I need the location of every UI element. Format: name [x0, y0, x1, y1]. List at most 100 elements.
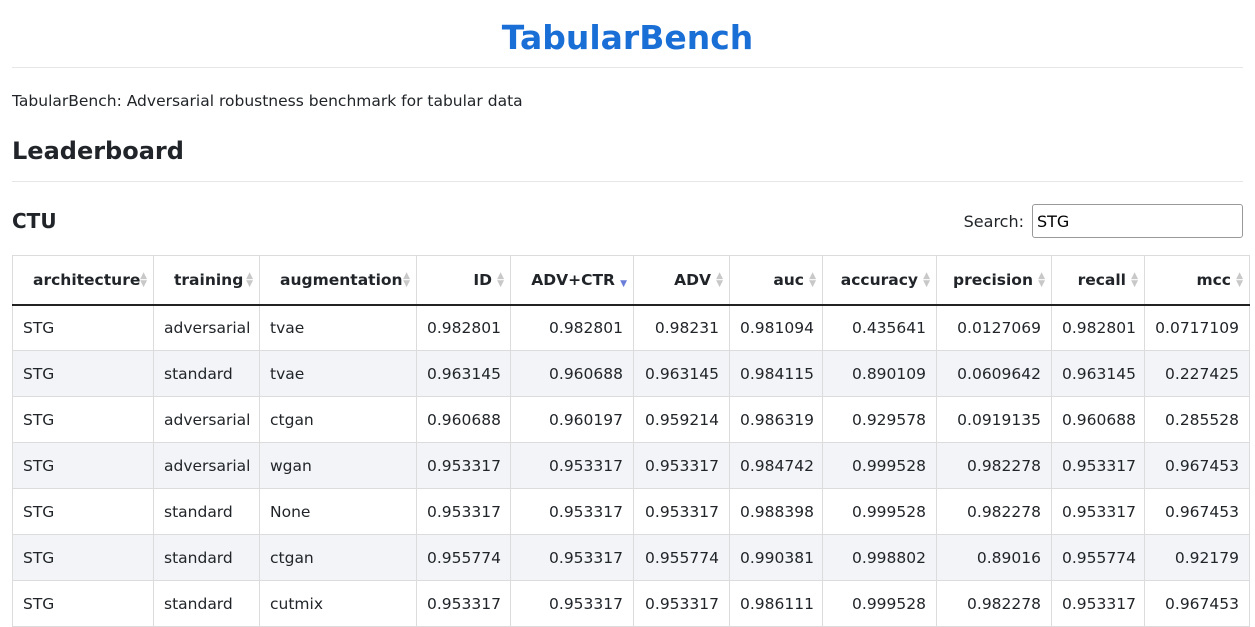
table-row: STG standard ctgan 0.955774 0.953317 0.955774…: [12, 534, 1250, 581]
table-cell-mcc: 0.967453: [1144, 488, 1250, 535]
column-header-recall[interactable]: recall ▲ ▼: [1051, 255, 1145, 306]
table-cell-adv: 0.953317: [633, 580, 730, 627]
table-toolbar: CTU Search:: [12, 202, 1243, 240]
column-header-label: accuracy: [840, 270, 918, 289]
table-cell-auc: 0.984115: [729, 350, 823, 397]
column-header-label: mcc: [1196, 270, 1231, 289]
table-cell-adv-ctr: 0.953317: [510, 580, 634, 627]
table-cell-adv-ctr: 0.953317: [510, 534, 634, 581]
sort-icon: ▲▼: [716, 270, 723, 289]
sort-icon: ▲▼: [1236, 270, 1243, 289]
table-cell-architecture: STG: [12, 442, 154, 489]
table-cell-architecture: STG: [12, 304, 154, 351]
table-cell-id: 0.953317: [416, 488, 511, 535]
sort-icon: ▲▼: [403, 270, 410, 289]
table-cell-adv: 0.959214: [633, 396, 730, 443]
sort-icon: ▲▼: [620, 278, 627, 289]
table-cell-mcc: 0.0717109: [1144, 304, 1250, 351]
search-input[interactable]: [1032, 204, 1243, 238]
column-header-id[interactable]: ID ▲ ▼: [416, 255, 511, 306]
table-cell-accuracy: 0.929578: [822, 396, 937, 443]
table-cell-adv: 0.963145: [633, 350, 730, 397]
sort-icon: ▲▼: [1131, 270, 1138, 289]
table-cell-id: 0.960688: [416, 396, 511, 443]
table-cell-id: 0.955774: [416, 534, 511, 581]
table-row: STG standard cutmix 0.953317 0.953317 0.95331…: [12, 580, 1250, 627]
table-cell-precision: 0.982278: [936, 488, 1052, 535]
table-cell-recall: 0.960688: [1051, 396, 1145, 443]
search-box: Search:: [964, 204, 1243, 238]
table-cell-accuracy: 0.890109: [822, 350, 937, 397]
table-cell-augmentation: cutmix: [259, 580, 417, 627]
table-cell-recall: 0.982801: [1051, 304, 1145, 351]
table-cell-augmentation: None: [259, 488, 417, 535]
table-cell-recall: 0.955774: [1051, 534, 1145, 581]
column-header-label: training: [174, 270, 244, 289]
column-header-augmentation[interactable]: augmentation ▲ ▼: [259, 255, 417, 306]
table-cell-adv-ctr: 0.953317: [510, 442, 634, 489]
table-cell-architecture: STG: [12, 488, 154, 535]
table-cell-auc: 0.990381: [729, 534, 823, 581]
table-cell-mcc: 0.967453: [1144, 442, 1250, 489]
table-cell-auc: 0.981094: [729, 304, 823, 351]
table-cell-training: standard: [153, 534, 260, 581]
table-cell-training: standard: [153, 580, 260, 627]
column-header-precision[interactable]: precision ▲ ▼: [936, 255, 1052, 306]
table-cell-accuracy: 0.998802: [822, 534, 937, 581]
table-cell-adv: 0.955774: [633, 534, 730, 581]
column-header-mcc[interactable]: mcc ▲ ▼: [1144, 255, 1250, 306]
table-cell-precision: 0.0609642: [936, 350, 1052, 397]
table-body: STG adversarial tvae 0.982801 0.982801 0.9823…: [12, 304, 1250, 627]
table-cell-adv: 0.98231: [633, 304, 730, 351]
table-cell-architecture: STG: [12, 580, 154, 627]
section-title: Leaderboard: [12, 134, 1243, 182]
column-header-label: architecture: [33, 270, 141, 289]
column-header-label: ADV+CTR: [531, 270, 615, 289]
table-cell-mcc: 0.967453: [1144, 580, 1250, 627]
table-cell-training: standard: [153, 488, 260, 535]
sort-icon: ▲▼: [497, 270, 504, 289]
table-row: STG standard None 0.953317 0.953317 0.953317 0…: [12, 488, 1250, 535]
table-cell-mcc: 0.92179: [1144, 534, 1250, 581]
table-cell-precision: 0.0127069: [936, 304, 1052, 351]
sort-icon: ▲▼: [809, 270, 816, 289]
page-title: TabularBench: [12, 0, 1243, 68]
table-cell-architecture: STG: [12, 350, 154, 397]
table-cell-recall: 0.963145: [1051, 350, 1145, 397]
column-header-architecture[interactable]: architecture ▲ ▼: [12, 255, 154, 306]
column-header-adv[interactable]: ADV ▲ ▼: [633, 255, 730, 306]
table-cell-training: standard: [153, 350, 260, 397]
column-header-auc[interactable]: auc ▲ ▼: [729, 255, 823, 306]
table-header-row: architecture ▲ ▼ training ▲ ▼ augmentation ▲ ▼ ID…: [12, 255, 1250, 306]
table-cell-training: adversarial: [153, 442, 260, 489]
table-cell-adv: 0.953317: [633, 488, 730, 535]
table-cell-accuracy: 0.435641: [822, 304, 937, 351]
table-cell-auc: 0.984742: [729, 442, 823, 489]
table-cell-mcc: 0.227425: [1144, 350, 1250, 397]
column-header-label: precision: [953, 270, 1033, 289]
table-cell-training: adversarial: [153, 304, 260, 351]
column-header-accuracy[interactable]: accuracy ▲ ▼: [822, 255, 937, 306]
table-cell-precision: 0.982278: [936, 580, 1052, 627]
column-header-training[interactable]: training ▲ ▼: [153, 255, 260, 306]
table-cell-recall: 0.953317: [1051, 442, 1145, 489]
table-cell-augmentation: ctgan: [259, 396, 417, 443]
table-cell-architecture: STG: [12, 396, 154, 443]
column-header-adv-ctr[interactable]: ADV+CTR ▲▼: [510, 255, 634, 306]
leaderboard-table: architecture ▲ ▼ training ▲ ▼ augmentation ▲ ▼ ID…: [12, 255, 1250, 627]
table-row: STG adversarial wgan 0.953317 0.953317 0.9533…: [12, 442, 1250, 489]
table-cell-accuracy: 0.999528: [822, 580, 937, 627]
table-cell-adv-ctr: 0.953317: [510, 488, 634, 535]
table-cell-recall: 0.953317: [1051, 488, 1145, 535]
table-row: STG adversarial tvae 0.982801 0.982801 0.9823…: [12, 304, 1250, 351]
search-label: Search:: [963, 211, 1024, 231]
table-cell-auc: 0.986319: [729, 396, 823, 443]
sort-icon: ▲▼: [923, 270, 930, 289]
table-cell-precision: 0.0919135: [936, 396, 1052, 443]
table-cell-adv: 0.953317: [633, 442, 730, 489]
table-cell-training: adversarial: [153, 396, 260, 443]
table-cell-augmentation: ctgan: [259, 534, 417, 581]
table-cell-id: 0.953317: [416, 442, 511, 489]
column-header-label: augmentation: [280, 270, 403, 289]
table-row: STG adversarial ctgan 0.960688 0.960197 0.959…: [12, 396, 1250, 443]
